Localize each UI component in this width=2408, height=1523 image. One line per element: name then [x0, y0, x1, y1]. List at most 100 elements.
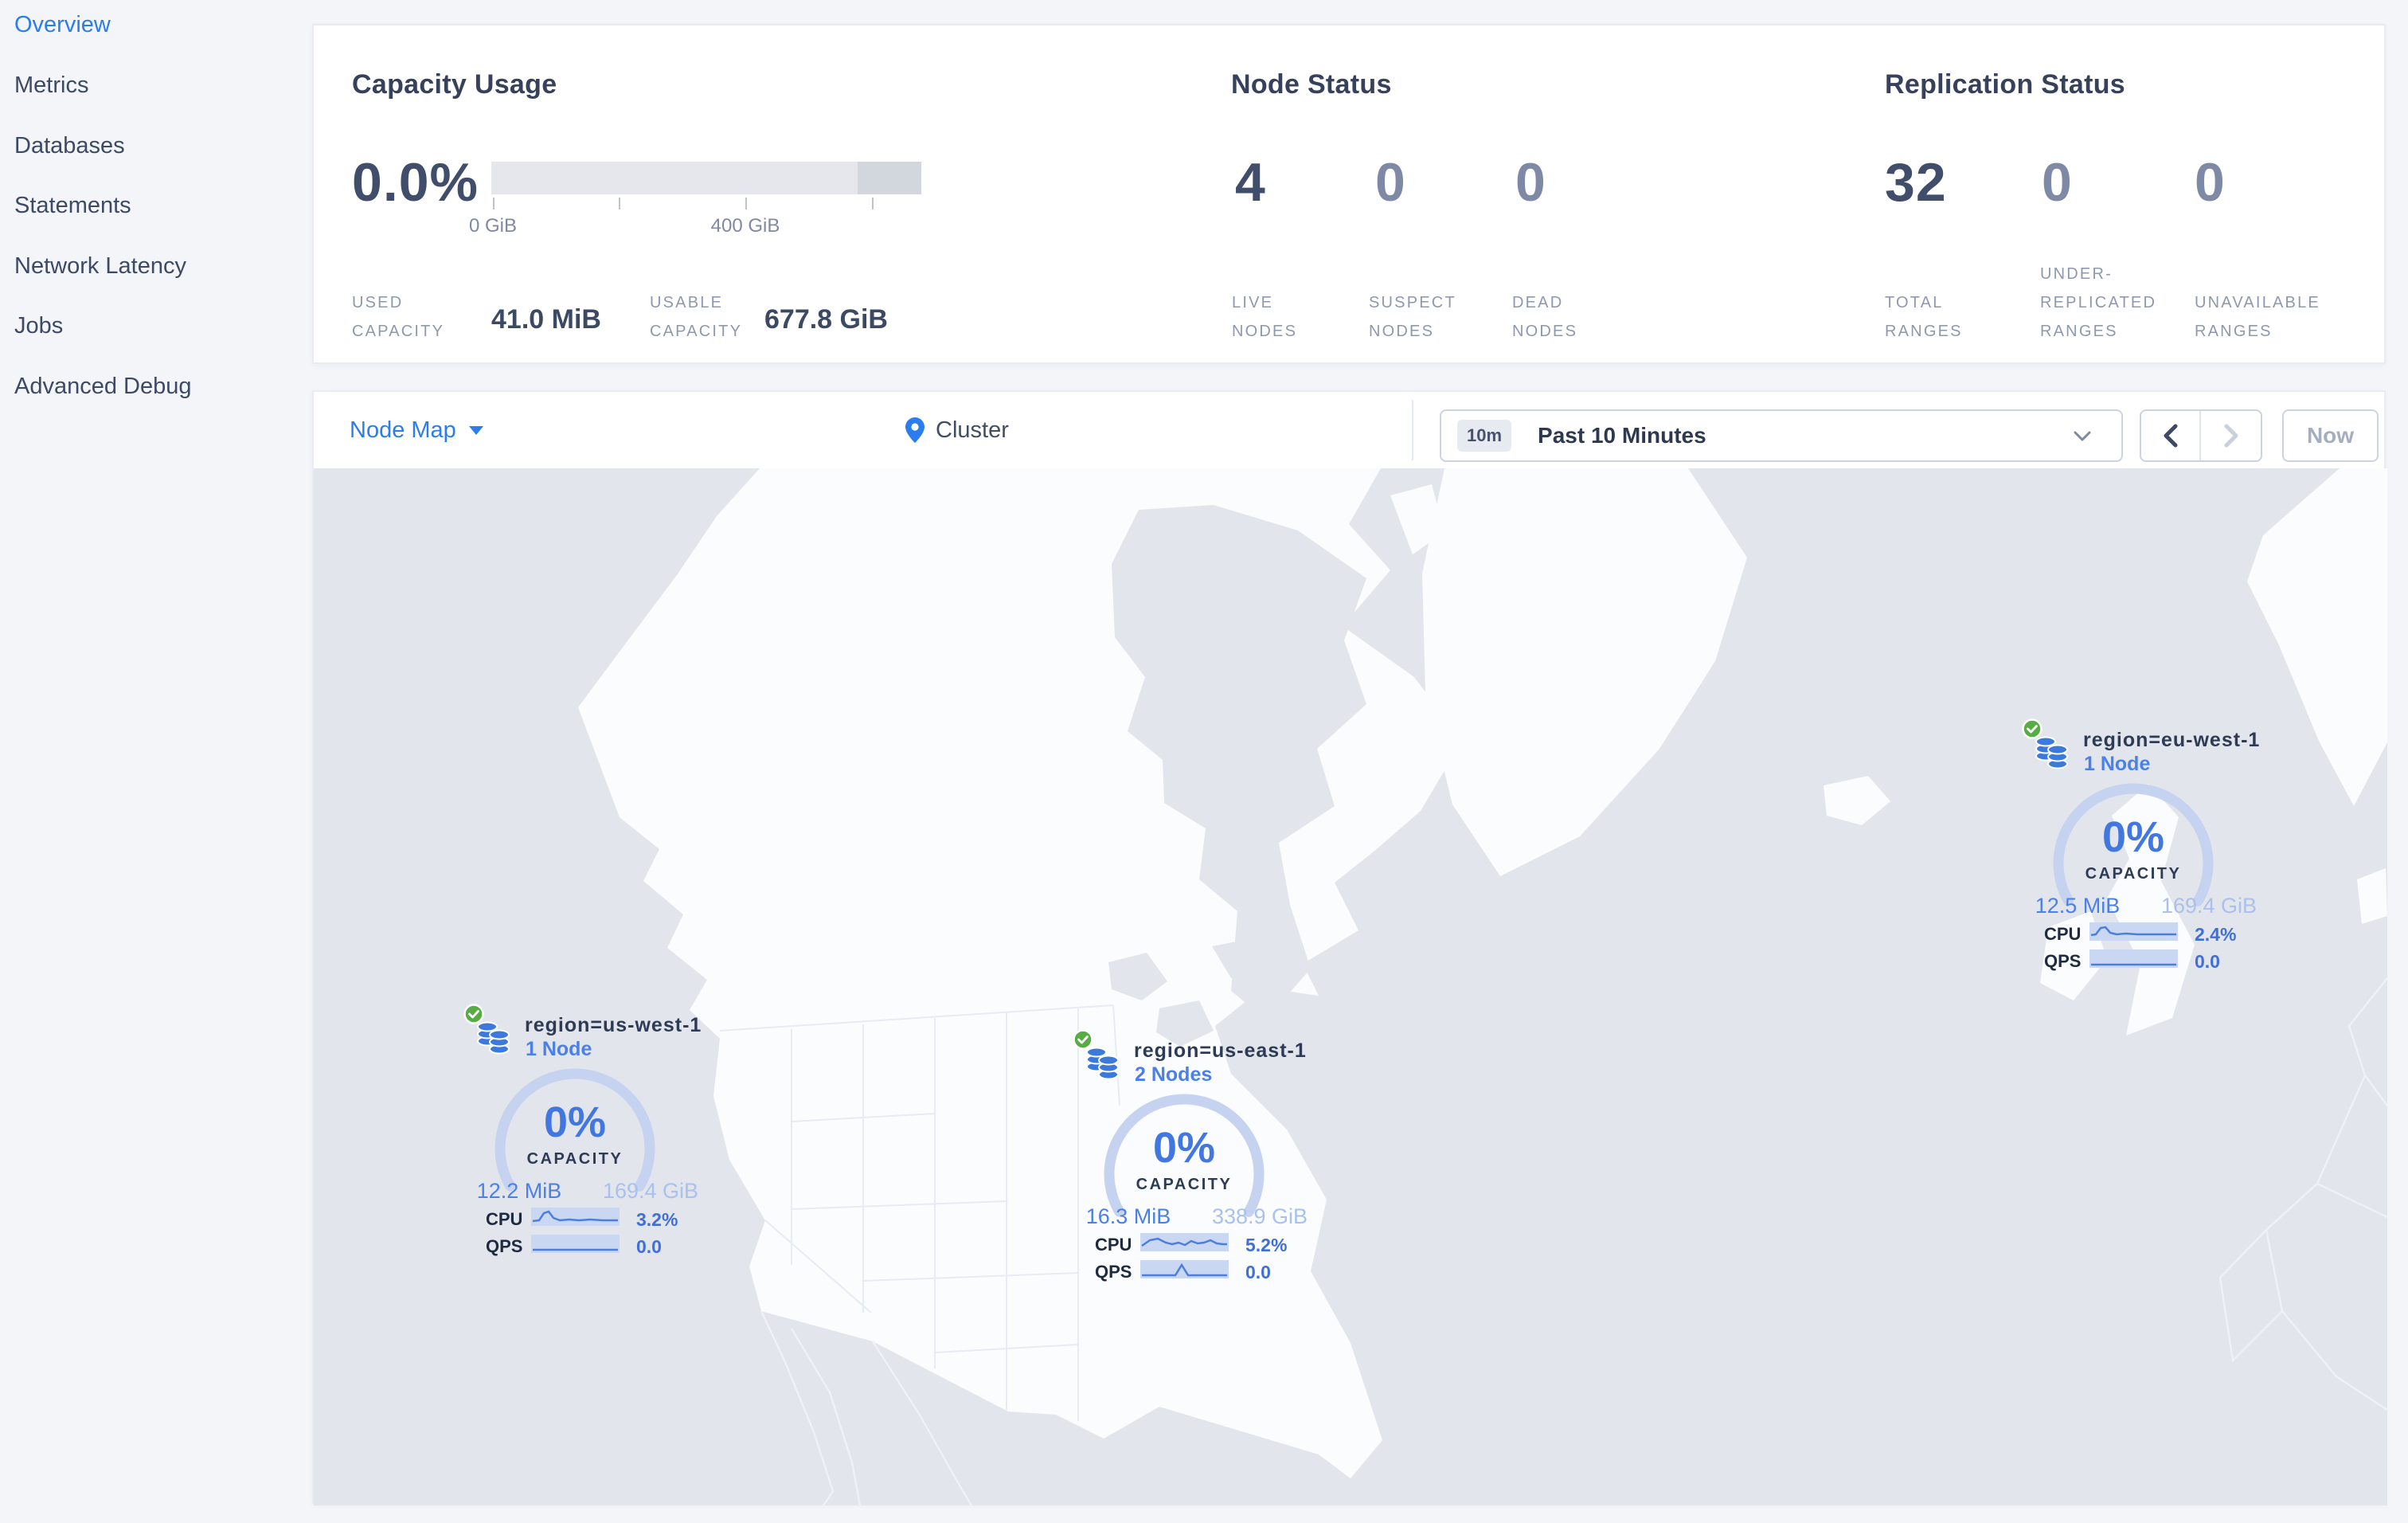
capacity-axis-tick	[872, 198, 874, 209]
region-used-capacity: 12.2 MiB	[476, 1179, 562, 1203]
time-step-forward-button[interactable]	[2201, 411, 2261, 460]
region-name: region=us-west-1	[525, 1014, 702, 1036]
suspect-nodes-value: 0	[1375, 152, 1406, 213]
qps-sparkline	[2089, 949, 2178, 968]
capacity-usage-title: Capacity Usage	[352, 69, 557, 100]
chevron-left-icon	[2164, 424, 2177, 448]
region-marker-us-west-1[interactable]: region=us-west-1 1 Node 0% CAPACITY 12.2…	[463, 1002, 702, 1270]
capacity-axis-tick	[493, 198, 494, 209]
cpu-value: 5.2%	[1245, 1235, 1288, 1255]
replication-status-title: Replication Status	[1885, 69, 2126, 100]
qps-label: QPS	[1095, 1262, 1132, 1282]
node-map-toolbar: Node Map Cluster 10m Past 10 Minutes Now	[314, 392, 2384, 468]
chevron-right-icon	[2224, 424, 2238, 448]
database-nodes-icon	[477, 1021, 510, 1055]
capacity-gauge-percent: 0%	[2101, 813, 2165, 861]
under-replicated-ranges-value: 0	[2042, 152, 2073, 213]
cpu-value: 2.4%	[2195, 924, 2237, 945]
time-range-label: Past 10 Minutes	[1538, 423, 1706, 448]
chevron-down-icon	[2074, 431, 2091, 440]
usable-capacity-value: 677.8 GiB	[764, 304, 888, 335]
capacity-usage-percent: 0.0%	[352, 152, 479, 213]
region-total-capacity: 169.4 GiB	[602, 1179, 699, 1203]
node-status-title: Node Status	[1231, 69, 1392, 100]
view-selector-dropdown[interactable]: Node Map	[350, 392, 483, 468]
toolbar-divider	[1412, 400, 1413, 460]
suspect-nodes-label: SUSPECT NODES	[1369, 294, 1456, 340]
total-ranges-label: TOTAL RANGES	[1885, 294, 1963, 340]
time-range-selector[interactable]: 10m Past 10 Minutes	[1440, 409, 2123, 462]
time-step-back-button[interactable]	[2141, 411, 2201, 460]
node-map: region=us-west-1 1 Node 0% CAPACITY 12.2…	[314, 468, 2387, 1505]
capacity-gauge-percent: 0%	[1152, 1124, 1216, 1172]
sidebar-item-overview[interactable]: Overview	[14, 11, 111, 38]
cluster-summary-panel: Capacity Usage 0.0% 0 GiB 400 GiB USED C…	[312, 24, 2386, 364]
breadcrumb-cluster[interactable]: Cluster	[905, 392, 1009, 468]
capacity-axis-label-400: 400 GiB	[710, 215, 780, 237]
qps-label: QPS	[2044, 951, 2082, 971]
qps-value: 0.0	[1245, 1262, 1271, 1282]
region-marker-eu-west-1[interactable]: region=eu-west-1 1 Node 0% CAPACITY 12.5…	[2022, 717, 2261, 985]
cpu-sparkline	[1140, 1233, 1229, 1251]
region-total-capacity: 169.4 GiB	[2160, 894, 2258, 918]
sidebar-item-statements[interactable]: Statements	[14, 192, 131, 219]
cpu-label: CPU	[486, 1209, 523, 1229]
node-map-panel: Node Map Cluster 10m Past 10 Minutes Now…	[312, 390, 2387, 1505]
region-used-capacity: 12.5 MiB	[2035, 894, 2121, 918]
used-capacity-label: USED CAPACITY	[352, 294, 445, 340]
time-range-badge: 10m	[1457, 420, 1512, 452]
capacity-meter-reserved-segment	[858, 162, 921, 194]
cpu-label: CPU	[2044, 924, 2082, 944]
unavailable-ranges-label: UNAVAILABLE RANGES	[2195, 294, 2320, 340]
region-node-count: 1 Node	[526, 1038, 592, 1060]
capacity-gauge-percent: 0%	[543, 1098, 607, 1146]
region-used-capacity: 16.3 MiB	[1085, 1204, 1171, 1228]
cpu-label: CPU	[1095, 1235, 1132, 1255]
view-selector-label: Node Map	[350, 417, 456, 443]
cpu-sparkline	[2089, 922, 2178, 941]
world-map-graphic	[314, 468, 2387, 1505]
live-nodes-value: 4	[1235, 152, 1266, 213]
usable-capacity-label: USABLE CAPACITY	[650, 294, 743, 340]
qps-label: QPS	[486, 1236, 523, 1256]
time-step-buttons	[2140, 409, 2262, 462]
sidebar-item-network-latency[interactable]: Network Latency	[14, 253, 186, 280]
qps-sparkline	[531, 1235, 620, 1253]
total-ranges-value: 32	[1885, 152, 1947, 213]
capacity-axis-tick	[619, 198, 620, 209]
live-nodes-label: LIVE NODES	[1232, 294, 1298, 340]
capacity-axis-tick	[745, 198, 747, 209]
dead-nodes-label: DEAD NODES	[1512, 294, 1578, 340]
region-name: region=eu-west-1	[2083, 729, 2261, 751]
region-name: region=us-east-1	[1134, 1039, 1307, 1062]
region-total-capacity: 338.9 GiB	[1211, 1204, 1308, 1228]
region-node-count: 1 Node	[2084, 753, 2151, 775]
qps-sparkline	[1140, 1260, 1229, 1278]
capacity-axis-label-0: 0 GiB	[468, 215, 518, 237]
region-node-count: 2 Nodes	[1135, 1063, 1213, 1086]
qps-value: 0.0	[2195, 951, 2220, 972]
under-replicated-ranges-label: UNDER- REPLICATED RANGES	[2040, 265, 2157, 340]
used-capacity-value: 41.0 MiB	[491, 304, 601, 335]
sidebar-item-advanced-debug[interactable]: Advanced Debug	[14, 373, 192, 400]
sidebar-item-metrics[interactable]: Metrics	[14, 72, 88, 99]
database-nodes-icon	[2035, 736, 2068, 769]
now-button[interactable]: Now	[2282, 409, 2379, 462]
region-marker-us-east-1[interactable]: region=us-east-1 2 Nodes 0% CAPACITY 16.…	[1073, 1028, 1312, 1295]
qps-value: 0.0	[636, 1236, 662, 1257]
capacity-meter	[491, 162, 921, 194]
capacity-gauge-label: CAPACITY	[526, 1150, 624, 1168]
cluster-overview-page: Overview Metrics Databases Statements Ne…	[0, 0, 2408, 1523]
sidebar: Overview Metrics Databases Statements Ne…	[0, 0, 312, 1523]
sidebar-item-jobs[interactable]: Jobs	[14, 312, 63, 339]
cpu-sparkline	[531, 1208, 620, 1226]
breadcrumb-cluster-label: Cluster	[936, 417, 1009, 443]
unavailable-ranges-value: 0	[2195, 152, 2226, 213]
cpu-value: 3.2%	[636, 1209, 678, 1230]
capacity-gauge-label: CAPACITY	[1136, 1176, 1233, 1193]
map-pin-icon	[905, 417, 924, 443]
sidebar-item-databases[interactable]: Databases	[14, 132, 125, 159]
dead-nodes-value: 0	[1515, 152, 1546, 213]
caret-down-icon	[468, 425, 483, 435]
database-nodes-icon	[1086, 1047, 1119, 1080]
